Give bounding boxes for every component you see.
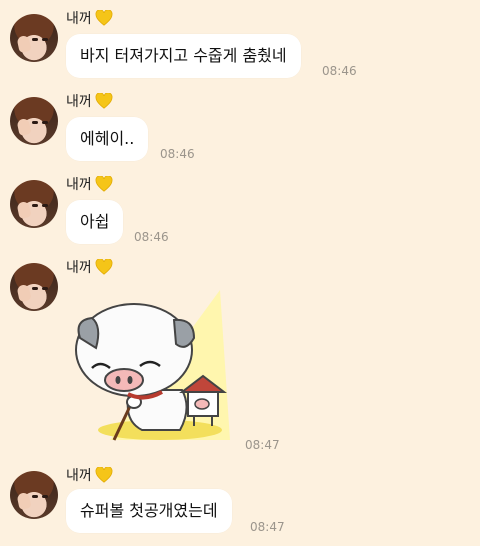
yellow-heart-icon <box>95 259 113 275</box>
shy-pig-sticker[interactable] <box>70 290 240 450</box>
sender-avatar[interactable] <box>10 263 58 311</box>
yellow-heart-icon <box>95 93 113 109</box>
sender-avatar[interactable] <box>10 14 58 62</box>
message-timestamp: 08:47 <box>245 438 280 452</box>
sender-avatar[interactable] <box>10 180 58 228</box>
yellow-heart-icon <box>95 467 113 483</box>
message-timestamp: 08:46 <box>322 64 357 78</box>
yellow-heart-icon <box>95 10 113 26</box>
message-bubble[interactable]: 슈퍼볼 첫공개였는데 <box>66 489 232 533</box>
message-bubble[interactable]: 에헤이.. <box>66 117 149 161</box>
message-timestamp: 08:47 <box>250 520 285 534</box>
message-bubble[interactable]: 바지 터져가지고 수줍게 춤췄네 <box>66 34 301 78</box>
sender-name: 내꺼 <box>66 465 113 485</box>
message-bubble[interactable]: 아쉽 <box>66 200 124 244</box>
sender-avatar[interactable] <box>10 97 58 145</box>
sender-name: 내꺼 <box>66 91 113 111</box>
message-timestamp: 08:46 <box>134 230 169 244</box>
yellow-heart-icon <box>95 176 113 192</box>
sender-name: 내꺼 <box>66 8 113 28</box>
sender-name: 내꺼 <box>66 174 113 194</box>
message-timestamp: 08:46 <box>160 147 195 161</box>
sender-name: 내꺼 <box>66 257 113 277</box>
sender-avatar[interactable] <box>10 471 58 519</box>
